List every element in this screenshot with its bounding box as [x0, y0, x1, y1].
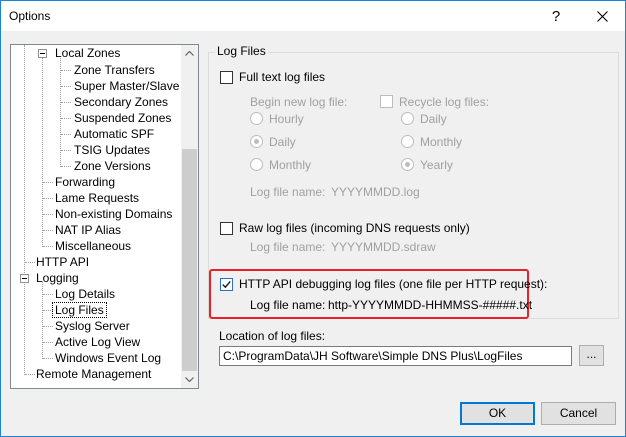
recycle-log-label: Recycle log files: — [399, 95, 490, 109]
begin-new-log-label: Begin new log file: — [250, 95, 348, 109]
full-text-name-value: YYYYMMDD.log — [331, 185, 420, 199]
tree-item-suspended-zones[interactable]: Suspended Zones — [72, 110, 173, 126]
tree-item-tsig-updates[interactable]: TSIG Updates — [72, 142, 152, 158]
chevron-down-icon — [185, 377, 194, 382]
begin-hourly-radio[interactable] — [250, 112, 263, 125]
tree-line — [24, 45, 25, 375]
recycle-yearly-radio[interactable] — [401, 158, 414, 171]
browse-button[interactable]: ... — [579, 345, 604, 366]
tree-item-miscellaneous[interactable]: Miscellaneous — [53, 238, 133, 254]
tree-item-nat-ip-alias[interactable]: NAT IP Alias — [53, 222, 123, 238]
options-dialog: Options ? Local Zones Zone Transfers Sup… — [0, 0, 626, 437]
begin-daily-radio[interactable] — [250, 135, 263, 148]
options-tree[interactable]: Local Zones Zone Transfers Super Master/… — [10, 44, 199, 389]
collapse-icon[interactable] — [20, 274, 29, 283]
location-label: Location of log files: — [219, 329, 326, 343]
tree-item-http-api[interactable]: HTTP API — [34, 254, 91, 270]
raw-name-value: YYYYMMDD.sdraw — [331, 240, 436, 254]
cancel-button[interactable]: Cancel — [541, 402, 616, 425]
scroll-down-arrow[interactable] — [181, 371, 198, 388]
tree-item-log-files[interactable]: Log Files — [52, 302, 107, 318]
help-button[interactable]: ? — [533, 1, 579, 31]
tree-item-forwarding[interactable]: Forwarding — [53, 174, 117, 190]
begin-monthly-label: Monthly — [269, 158, 312, 172]
http-api-log-checkbox[interactable] — [220, 278, 233, 291]
recycle-daily-radio[interactable] — [401, 112, 414, 125]
tree-item-remote-management[interactable]: Remote Management — [34, 366, 153, 382]
tree-item-log-details[interactable]: Log Details — [53, 286, 117, 302]
tree-item-local-zones[interactable]: Local Zones — [53, 45, 122, 61]
tree-item-lame-requests[interactable]: Lame Requests — [53, 190, 141, 206]
full-text-name-label: Log file name: — [250, 185, 326, 199]
recycle-monthly-label: Monthly — [420, 135, 463, 149]
close-icon — [596, 10, 608, 22]
http-api-name-value: http-YYYYMMDD-HHMMSS-#####.txt — [328, 298, 533, 312]
close-button[interactable] — [579, 1, 625, 31]
full-text-log-label: Full text log files — [239, 70, 326, 84]
begin-monthly-radio[interactable] — [250, 158, 263, 171]
recycle-log-checkbox[interactable] — [380, 95, 393, 108]
http-api-name-label: Log file name: — [250, 298, 326, 312]
tree-item-syslog-server[interactable]: Syslog Server — [53, 318, 132, 334]
tree-item-active-log-view[interactable]: Active Log View — [53, 334, 142, 350]
ok-button[interactable]: OK — [460, 402, 535, 425]
http-api-log-label: HTTP API debugging log files (one file p… — [239, 277, 548, 291]
tree-item-zone-transfers[interactable]: Zone Transfers — [72, 62, 157, 78]
window-title: Options — [9, 9, 51, 23]
recycle-daily-label: Daily — [420, 112, 447, 126]
begin-hourly-label: Hourly — [269, 112, 304, 126]
chevron-up-icon — [185, 51, 194, 56]
tree-scrollbar[interactable] — [181, 45, 198, 388]
begin-daily-label: Daily — [269, 135, 296, 149]
title-bar: Options ? — [1, 1, 625, 31]
full-text-log-checkbox[interactable] — [220, 71, 233, 84]
tree-item-secondary-zones[interactable]: Secondary Zones — [72, 94, 170, 110]
raw-log-checkbox[interactable] — [220, 222, 233, 235]
log-files-group-title: Log Files — [215, 44, 268, 58]
tree-item-automatic-spf[interactable]: Automatic SPF — [72, 126, 156, 142]
raw-log-label: Raw log files (incoming DNS requests onl… — [239, 221, 470, 235]
raw-name-label: Log file name: — [250, 240, 326, 254]
recycle-yearly-label: Yearly — [420, 158, 453, 172]
scroll-thumb[interactable] — [182, 149, 197, 371]
collapse-icon[interactable] — [38, 49, 47, 58]
tree-item-logging[interactable]: Logging — [34, 270, 81, 286]
checkmark-icon — [222, 280, 231, 289]
location-input[interactable] — [219, 346, 572, 366]
scroll-up-arrow[interactable] — [181, 45, 198, 62]
tree-item-non-existing-domains[interactable]: Non-existing Domains — [53, 206, 174, 222]
tree-item-zone-versions[interactable]: Zone Versions — [72, 158, 153, 174]
tree-item-windows-event-log[interactable]: Windows Event Log — [53, 350, 163, 366]
tree-item-super-master-slave[interactable]: Super Master/Slave — [72, 78, 181, 94]
tree-line — [42, 58, 43, 247]
recycle-monthly-radio[interactable] — [401, 135, 414, 148]
